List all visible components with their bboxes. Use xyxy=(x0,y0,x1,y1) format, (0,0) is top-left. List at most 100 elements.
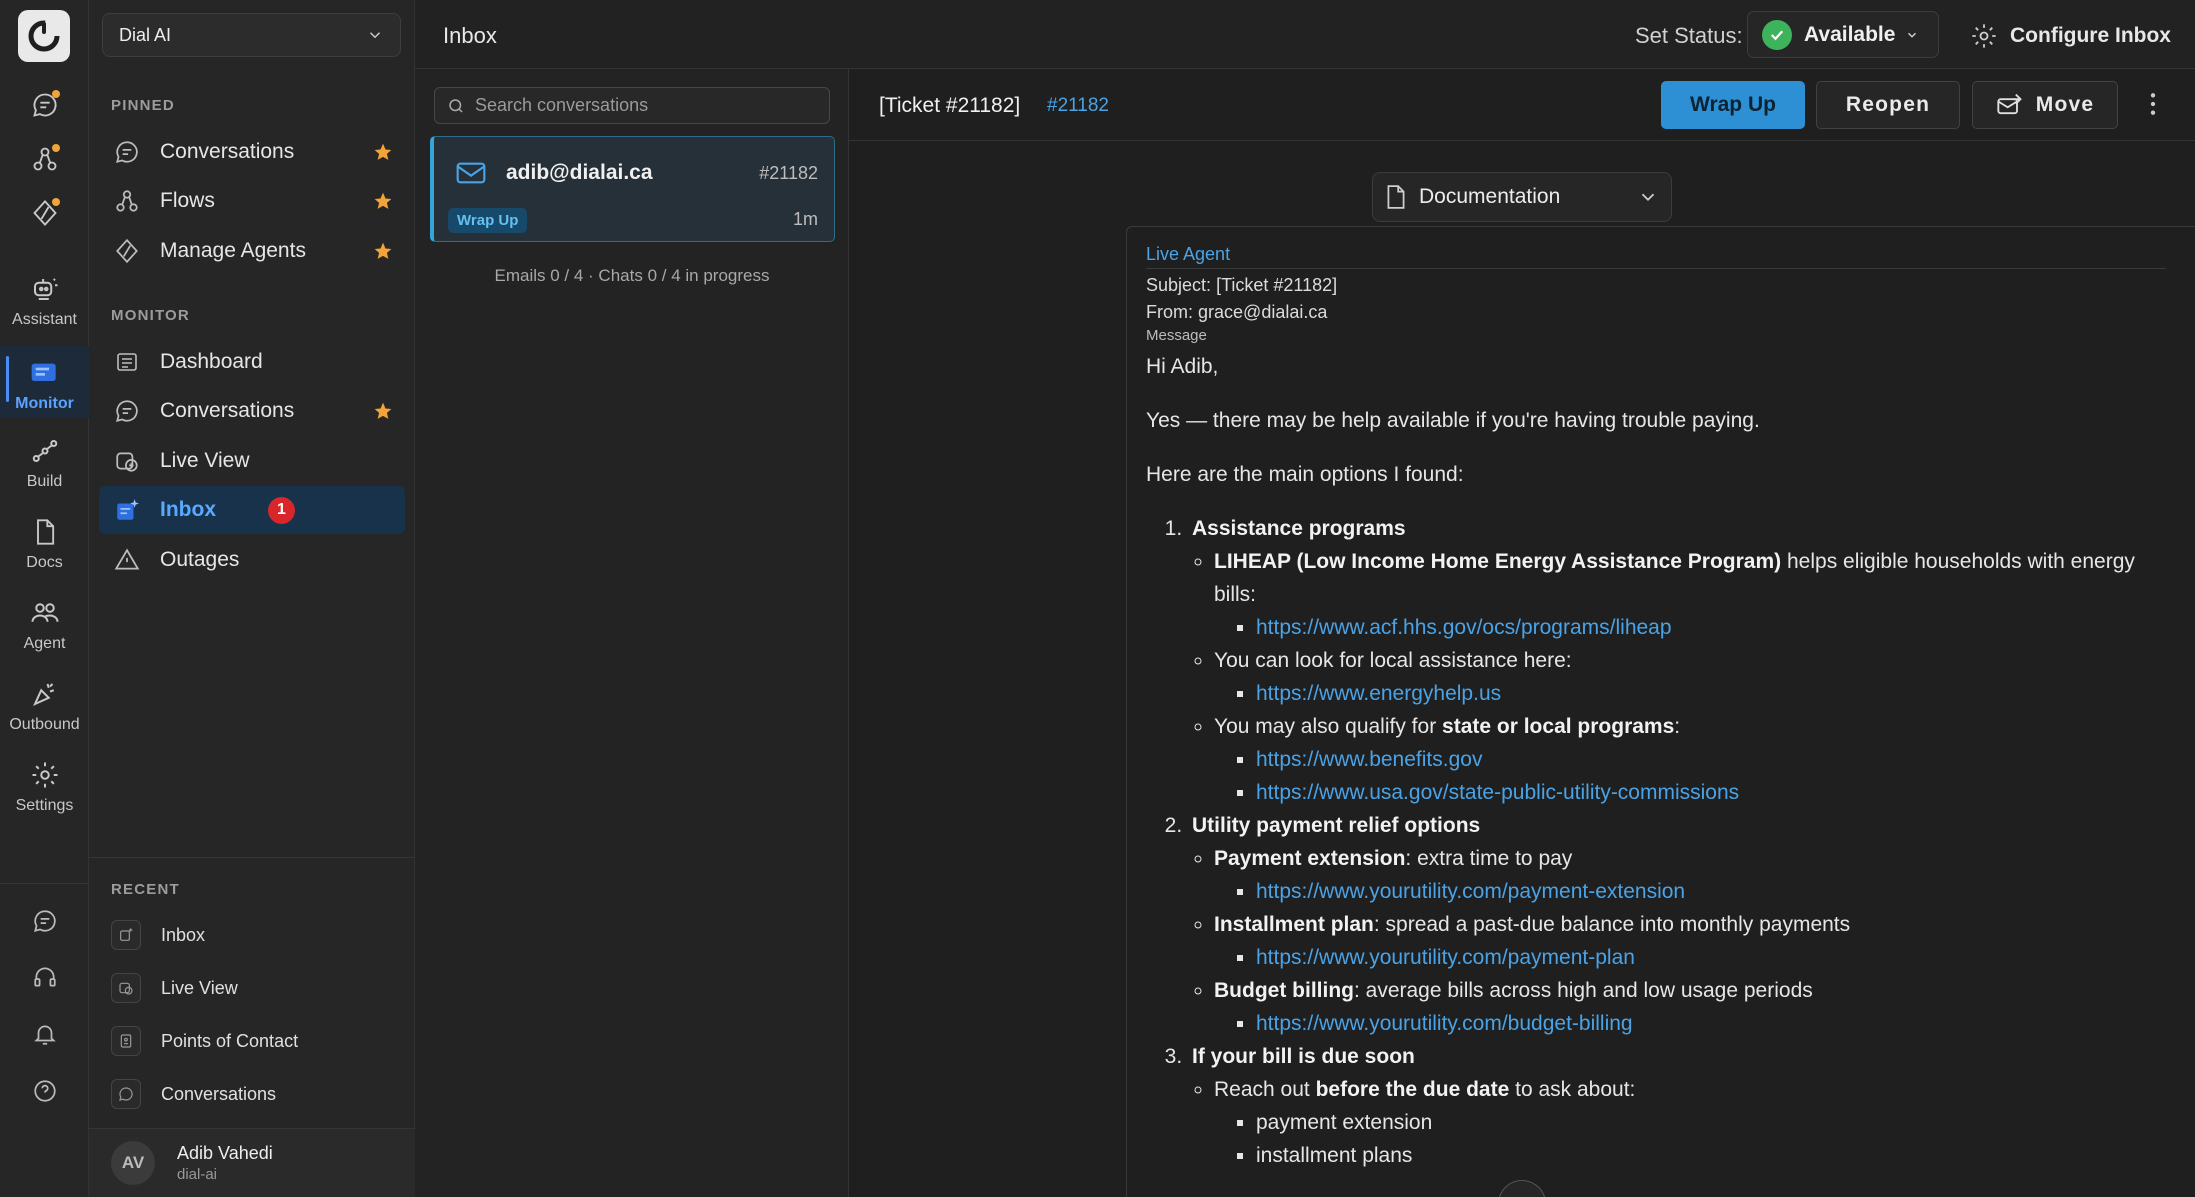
from-label: From: xyxy=(1146,302,1193,322)
intro-text: Yes — there may be help available if you… xyxy=(1146,409,1760,432)
rail-agents[interactable] xyxy=(0,196,89,230)
link[interactable]: https://www.acf.hhs.gov/ocs/programs/lih… xyxy=(1256,616,1672,639)
nav-item-label: Manage Agents xyxy=(160,239,306,262)
nav-item-dashboard[interactable]: Dashboard xyxy=(99,338,405,386)
text: : average bills across high and low usag… xyxy=(1353,979,1813,1002)
nav-item-conversations-pinned[interactable]: Conversations xyxy=(99,128,405,176)
recent-item-points-of-contact[interactable]: Points of Contact xyxy=(111,1021,401,1061)
nav-item-flows-pinned[interactable]: Flows xyxy=(99,177,405,225)
nav-item-label: Outages xyxy=(160,548,240,571)
rail-docs[interactable]: Docs xyxy=(0,515,89,572)
ticket-view: [Ticket #21182] #21182 Wrap Up Reopen Mo… xyxy=(849,69,2195,1197)
nav-divider xyxy=(89,857,415,858)
link[interactable]: https://www.energyhelp.us xyxy=(1256,682,1501,705)
chat-icon xyxy=(111,1079,141,1109)
option-title: Utility payment relief options xyxy=(1192,814,1481,837)
nav-item-live-view[interactable]: Live View xyxy=(99,437,405,485)
rail-build[interactable]: Build xyxy=(0,434,89,491)
avatar: AV xyxy=(111,1141,155,1185)
conversation-ticket-id: #21182 xyxy=(759,163,818,183)
headset-icon xyxy=(28,960,62,994)
user-handle: dial-ai xyxy=(177,1166,218,1183)
text: : xyxy=(1674,715,1681,738)
move-button[interactable]: Move xyxy=(1972,81,2118,129)
rail-label: Settings xyxy=(15,797,74,814)
configure-inbox-label: Configure Inbox xyxy=(2010,24,2171,47)
list-item: https://www.energyhelp.us xyxy=(1256,677,2156,710)
conversation-card[interactable]: adib@dialai.ca #21182 Wrap Up 1m xyxy=(430,136,835,242)
recent-item-label: Conversations xyxy=(161,1083,277,1104)
star-icon[interactable] xyxy=(373,241,393,261)
list-item: https://www.yourutility.com/payment-plan xyxy=(1256,941,2156,974)
star-icon[interactable] xyxy=(373,401,393,421)
nav-item-outages[interactable]: Outages xyxy=(99,536,405,584)
rail-flows[interactable] xyxy=(0,142,89,176)
agent-icon xyxy=(28,596,62,630)
move-label: Move xyxy=(2035,93,2095,116)
nav-item-label: Live View xyxy=(160,449,250,472)
nav-item-label: Dashboard xyxy=(160,350,263,373)
app-logo[interactable] xyxy=(18,10,70,62)
inbox-icon xyxy=(113,496,141,524)
link[interactable]: https://www.yourutility.com/budget-billi… xyxy=(1256,1012,1633,1035)
chevron-down-icon xyxy=(369,32,381,39)
rail-support[interactable] xyxy=(0,960,89,994)
recent-item-inbox[interactable]: Inbox xyxy=(111,915,401,955)
side-navigation: Dial AI PINNED Conversations Flows Manag… xyxy=(89,0,415,1197)
rail-agent[interactable]: Agent xyxy=(0,596,89,653)
help-icon xyxy=(28,1074,62,1108)
docs-icon xyxy=(28,515,62,549)
agents-icon xyxy=(113,237,141,265)
nav-item-conversations[interactable]: Conversations xyxy=(99,387,405,435)
rail-chat[interactable] xyxy=(0,88,89,122)
recent-item-label: Points of Contact xyxy=(161,1030,299,1051)
live-view-icon xyxy=(113,447,141,475)
rail-label: Docs xyxy=(26,554,63,571)
list-item: https://www.acf.hhs.gov/ocs/programs/lih… xyxy=(1256,611,2156,644)
workspace-selector[interactable]: Dial AI xyxy=(102,13,401,57)
nav-item-manage-agents-pinned[interactable]: Manage Agents xyxy=(99,227,405,275)
rail-assistant[interactable]: Assistant xyxy=(0,272,89,329)
search-input[interactable]: Search conversations xyxy=(434,87,830,124)
more-options-icon[interactable] xyxy=(2149,91,2157,117)
rail-label: Agent xyxy=(23,635,66,652)
rail-label: Assistant xyxy=(12,311,77,328)
link[interactable]: https://www.benefits.gov xyxy=(1256,748,1482,771)
bold-text: before the due date xyxy=(1315,1078,1510,1101)
wrap-up-button[interactable]: Wrap Up xyxy=(1661,81,1805,129)
recent-item-label: Inbox xyxy=(161,924,206,945)
star-icon[interactable] xyxy=(373,142,393,162)
rail-settings[interactable]: Settings xyxy=(0,758,89,815)
rail-help[interactable] xyxy=(0,1074,89,1108)
recent-item-conversations[interactable]: Conversations xyxy=(111,1074,401,1114)
check-icon xyxy=(1762,19,1792,50)
link[interactable]: https://www.yourutility.com/payment-plan xyxy=(1256,946,1635,969)
link[interactable]: https://www.yourutility.com/payment-exte… xyxy=(1256,880,1685,903)
workspace-name: Dial AI xyxy=(119,24,172,45)
nav-item-inbox[interactable]: Inbox 1 xyxy=(99,486,405,534)
nav-item-label: Conversations xyxy=(160,399,295,422)
configure-inbox-button[interactable]: Configure Inbox xyxy=(1970,22,2171,50)
star-icon[interactable] xyxy=(373,191,393,211)
rail-monitor[interactable]: Monitor xyxy=(0,346,89,418)
recent-item-live-view[interactable]: Live View xyxy=(111,968,401,1008)
rail-notifications[interactable] xyxy=(0,1017,89,1051)
list-item: Payment extension: extra time to pay htt… xyxy=(1214,842,2156,908)
status-value: Available xyxy=(1804,22,1896,46)
bell-icon xyxy=(28,1017,62,1051)
build-icon xyxy=(28,434,62,468)
nav-item-label: Flows xyxy=(160,189,215,212)
chat-bubble-icon xyxy=(28,904,62,938)
message-label: Message xyxy=(1146,327,1207,344)
reopen-button[interactable]: Reopen xyxy=(1816,81,1960,129)
link[interactable]: https://www.usa.gov/state-public-utility… xyxy=(1256,781,1739,804)
documentation-select[interactable]: Documentation xyxy=(1372,172,1672,222)
status-dropdown[interactable]: Available xyxy=(1747,11,1939,58)
contact-icon xyxy=(111,1026,141,1056)
message-panel: Live Agent Subject: [Ticket #21182] From… xyxy=(1126,226,2195,1197)
recent-heading: RECENT xyxy=(111,881,180,898)
ticket-id-link[interactable]: #21182 xyxy=(1047,95,1109,117)
rail-outbound[interactable]: Outbound xyxy=(0,677,89,734)
user-profile[interactable]: AV Adib Vahedi dial-ai xyxy=(89,1128,415,1197)
rail-chat-bottom[interactable] xyxy=(0,904,89,938)
